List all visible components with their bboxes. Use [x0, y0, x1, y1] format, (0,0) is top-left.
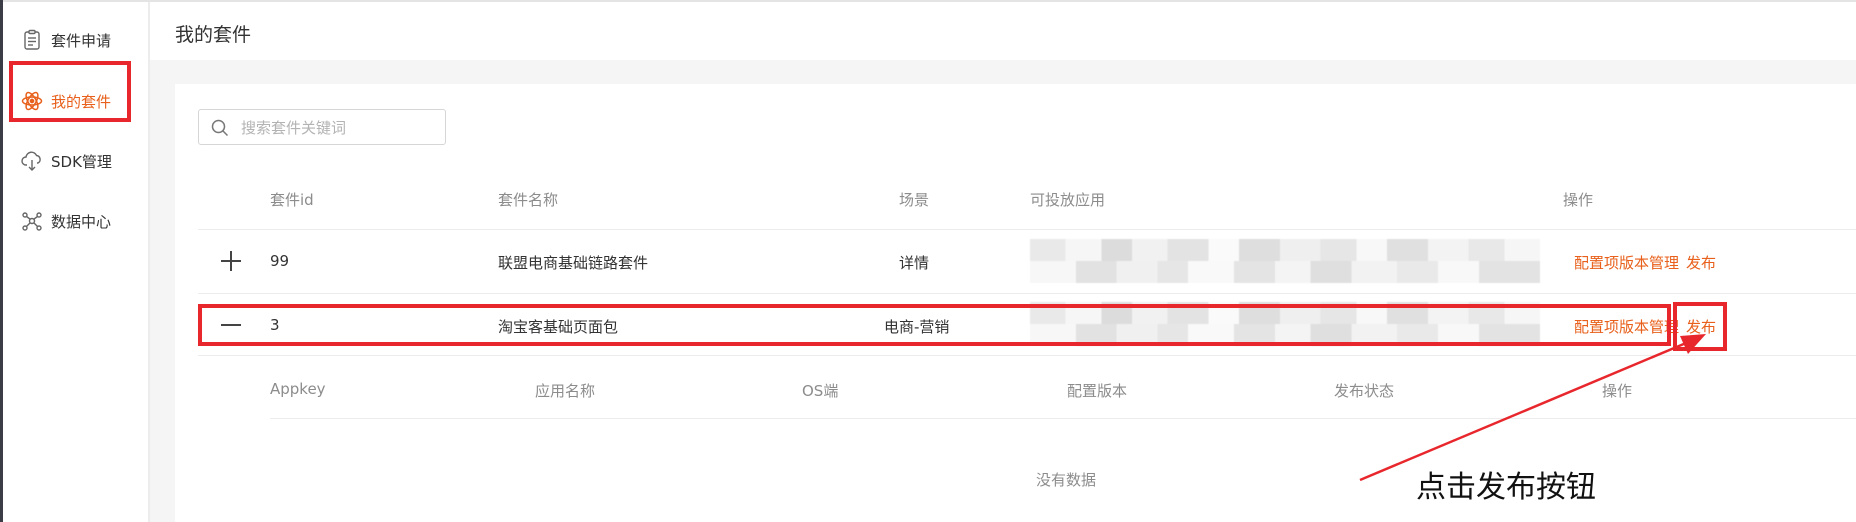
row-divider: [198, 229, 1856, 230]
empty-state-text: 没有数据: [1036, 471, 1097, 489]
publish-button[interactable]: 发布: [1686, 252, 1716, 273]
column-header-actions: 操作: [1563, 191, 1594, 209]
column-header-suite-id: 套件id: [270, 191, 314, 209]
clipboard-icon: [21, 29, 43, 51]
subcolumn-header-actions: 操作: [1602, 382, 1633, 400]
sidebar-item-label: SDK管理: [51, 152, 112, 171]
sidebar-item-data-center[interactable]: 数据中心: [21, 207, 111, 235]
content-card: [175, 84, 1856, 522]
column-header-suite-name: 套件名称: [498, 191, 559, 209]
network-icon: [21, 210, 43, 232]
subcolumn-header-appkey: Appkey: [270, 380, 326, 398]
subcolumn-header-os: OS端: [802, 382, 839, 400]
page-title: 我的套件: [175, 24, 252, 46]
expand-row-button[interactable]: [220, 250, 242, 272]
subcolumn-header-publish-status: 发布状态: [1334, 382, 1395, 400]
annotation-box-row: [198, 304, 1671, 346]
row-divider: [198, 293, 1856, 294]
cell-scene: 详情: [899, 254, 930, 272]
cell-suite-id: 99: [270, 252, 290, 270]
subtable-divider: [270, 418, 1856, 419]
search-box[interactable]: [198, 109, 446, 145]
annotation-box-sidebar: [9, 61, 131, 122]
search-input[interactable]: [239, 115, 443, 141]
cell-apps-redacted: [1030, 239, 1540, 283]
sidebar-item-sdk-management[interactable]: SDK管理: [21, 147, 112, 175]
subcolumn-header-app-name: 应用名称: [535, 382, 596, 400]
sidebar-item-label: 套件申请: [51, 31, 112, 50]
column-header-apps: 可投放应用: [1030, 191, 1106, 209]
config-version-link[interactable]: 配置项版本管理: [1574, 252, 1679, 273]
annotation-text: 点击发布按钮: [1416, 470, 1596, 505]
cloud-download-icon: [21, 150, 43, 172]
cell-suite-name: 联盟电商基础链路套件: [498, 254, 649, 272]
top-divider: [0, 0, 1856, 2]
sidebar-item-suite-apply[interactable]: 套件申请: [21, 26, 111, 54]
subcolumn-header-config-version: 配置版本: [1067, 382, 1128, 400]
column-header-scene: 场景: [899, 191, 930, 209]
sidebar-item-label: 数据中心: [51, 212, 112, 231]
row-divider: [198, 355, 1856, 356]
annotation-box-publish: [1673, 302, 1727, 351]
